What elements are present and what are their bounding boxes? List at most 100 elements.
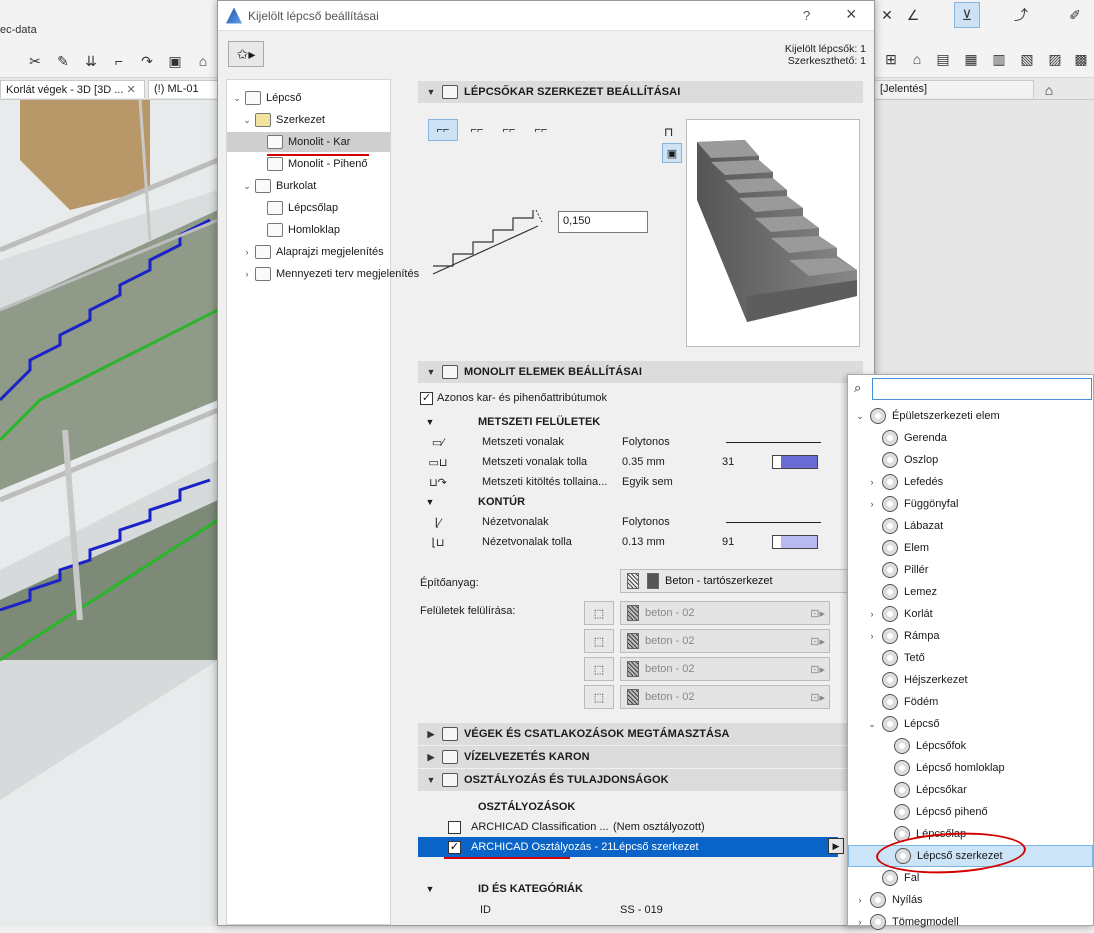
popup-search-input[interactable] — [872, 378, 1092, 400]
popup-item[interactable]: Gerenda — [848, 427, 1093, 449]
stair-type-4-button[interactable]: ⌐⌐ — [526, 119, 556, 141]
classification-checkbox-1[interactable] — [448, 820, 461, 834]
close-button[interactable]: × — [846, 4, 857, 25]
same-attributes-checkbox[interactable]: ✓ — [420, 391, 433, 405]
popup-item[interactable]: Födém — [848, 691, 1093, 713]
stair-type-1-button[interactable]: ⌐⌐ — [428, 119, 458, 141]
chevron-right-icon[interactable]: › — [866, 631, 878, 641]
popup-item[interactable]: Lábazat — [848, 515, 1093, 537]
chevron-down-icon[interactable]: ⌄ — [241, 181, 253, 192]
tree-item-monolit-kar[interactable]: Monolit - Kar — [227, 132, 390, 152]
doc-icon[interactable]: ▤ — [930, 46, 956, 72]
tree-item-mennyezeti[interactable]: › Mennyezeti terv megjelenítés — [241, 264, 419, 284]
cut-surfaces-section[interactable]: ▼ METSZETI FELÜLETEK — [418, 412, 863, 432]
snap-icon[interactable]: ⊻ — [954, 2, 980, 28]
classification-checkbox-2[interactable]: ✓ — [448, 840, 461, 854]
popup-item[interactable]: › Függönyfal — [848, 493, 1093, 515]
popup-item[interactable]: › Rámpa — [848, 625, 1093, 647]
popup-item[interactable]: Lépcsőfok — [848, 735, 1093, 757]
override-top-toggle[interactable]: ⬚ — [584, 601, 614, 625]
chevron-down-icon[interactable]: ⌄ — [231, 93, 243, 104]
view-lines-row[interactable]: ⌊⁄ Nézetvonalak Folytonos — [418, 512, 863, 532]
stair-type-3-button[interactable]: ⌐⌐ — [494, 119, 524, 141]
building-icon[interactable]: ⌂ — [904, 46, 930, 72]
popup-item[interactable]: Pillér — [848, 559, 1093, 581]
ends-header[interactable]: ▶ VÉGEK ÉS CSATLAKOZÁSOK MEGTÁMASZTÁSA — [418, 723, 863, 745]
surface-select-2[interactable]: beton - 02 ⊡▸ — [620, 629, 830, 653]
curve-icon[interactable]: ↷ — [134, 48, 160, 74]
cut-pen-row[interactable]: ▭⊔ Metszeti vonalak tolla 0.35 mm 31 — [418, 452, 863, 472]
pen-color-swatch[interactable] — [772, 455, 818, 469]
plan-icon[interactable]: ▥ — [986, 46, 1012, 72]
corner-icon[interactable]: ⌐ — [106, 48, 132, 74]
popup-item[interactable]: › Tömegmodell — [848, 911, 1093, 933]
chevron-down-icon[interactable]: ⌄ — [866, 719, 878, 730]
classification-popup-button[interactable]: ▶ — [828, 838, 844, 854]
override-side-toggle[interactable]: ⬚ — [584, 629, 614, 653]
home-icon[interactable]: ⌂ — [190, 48, 216, 74]
flight-settings-header[interactable]: ▼ LÉPCSŐKAR SZERKEZET BEÁLLÍTÁSAI — [418, 81, 863, 103]
view-pen-row[interactable]: ⌊⊔ Nézetvonalak tolla 0.13 mm 91 — [418, 532, 863, 552]
scissors-icon[interactable]: ✂ — [22, 48, 48, 74]
plan-view-icon[interactable]: ⊓ — [664, 125, 678, 139]
chevron-down-icon[interactable]: ⌄ — [854, 411, 866, 422]
3d-view-toggle[interactable]: ▣ — [662, 143, 682, 163]
settings-brush-icon[interactable]: ✐ — [1062, 2, 1088, 28]
layout-icon[interactable]: ▦ — [958, 46, 984, 72]
section-icon[interactable]: ▧ — [1014, 46, 1040, 72]
tab-3d-view[interactable]: Korlát végek - 3D [3D ... ✕ — [0, 80, 145, 98]
tree-item-szerkezet[interactable]: ⌄ Szerkezet — [241, 110, 325, 130]
chevron-right-icon[interactable]: › — [854, 895, 866, 905]
chevron-down-icon[interactable]: ⌄ — [241, 115, 253, 126]
pen-color-swatch[interactable] — [772, 535, 818, 549]
popup-item[interactable]: Lépcső pihenő — [848, 801, 1093, 823]
cross-icon[interactable]: ✕ — [874, 2, 900, 28]
tree-item-lepcso[interactable]: ⌄ Lépcső — [231, 88, 301, 108]
popup-item[interactable]: Lemez — [848, 581, 1093, 603]
popup-item[interactable]: Lépcső homloklap — [848, 757, 1093, 779]
override-end-toggle[interactable]: ⬚ — [584, 657, 614, 681]
chevron-right-icon[interactable]: › — [866, 477, 878, 487]
popup-item[interactable]: Héjszerkezet — [848, 669, 1093, 691]
tree-item-burkolat[interactable]: ⌄ Burkolat — [241, 176, 316, 196]
surface-select-4[interactable]: beton - 02 ⊡▸ — [620, 685, 830, 709]
surface-select-3[interactable]: beton - 02 ⊡▸ — [620, 657, 830, 681]
popup-item[interactable]: Elem — [848, 537, 1093, 559]
tree-item-lepcsolap[interactable]: Lépcsőlap — [265, 198, 338, 218]
override-bottom-toggle[interactable]: ⬚ — [584, 685, 614, 709]
tab-ml[interactable]: (!) ML-01 — [148, 80, 218, 98]
chevron-right-icon[interactable]: › — [866, 609, 878, 619]
grid-icon[interactable]: ⊞ — [878, 46, 904, 72]
id-row[interactable]: ID SS - 019 — [418, 900, 863, 920]
classification-row-2[interactable]: ✓ ARCHICAD Osztályozás - 21 Lépcső szerk… — [418, 837, 838, 857]
monolit-settings-header[interactable]: ▼ MONOLIT ELEMEK BEÁLLÍTÁSAI — [418, 361, 863, 383]
popup-item[interactable]: ⌄ Épületszerkezeti elem — [848, 405, 1093, 427]
angle-icon[interactable]: ∠ — [900, 2, 926, 28]
chevron-right-icon[interactable]: › — [241, 247, 253, 257]
guide-icon[interactable]: ⤴ — [1008, 2, 1034, 28]
tree-item-alaprajzi[interactable]: › Alaprajzi megjelenítés — [241, 242, 384, 262]
elevation-icon[interactable]: ▩ — [1068, 46, 1094, 72]
stack-icon[interactable]: ▨ — [1042, 46, 1068, 72]
cut-fill-pen-row[interactable]: ⊔↷ Metszeti kitöltés tollaina... Egyik s… — [418, 472, 863, 492]
thickness-input[interactable]: 0,150 — [558, 211, 648, 233]
surface-select-1[interactable]: beton - 02 ⊡▸ — [620, 601, 830, 625]
box-icon[interactable]: ▣ — [162, 48, 188, 74]
contour-section[interactable]: ▼ KONTÚR — [418, 492, 863, 512]
tab-report[interactable]: [Jelentés] — [874, 80, 1034, 98]
chevron-right-icon[interactable]: › — [241, 269, 253, 279]
drainage-header[interactable]: ▶ VÍZELVEZETÉS KARON — [418, 746, 863, 768]
tree-item-homloklap[interactable]: Homloklap — [265, 220, 340, 240]
material-select[interactable]: Beton - tartószerkezet — [620, 569, 850, 593]
stair-type-2-button[interactable]: ⌐⌐ — [462, 119, 492, 141]
cut-lines-row[interactable]: ▭⁄ Metszeti vonalak Folytonos — [418, 432, 863, 452]
popup-item[interactable]: Lépcsőkar — [848, 779, 1093, 801]
popup-item[interactable]: ⌄ Lépcső — [848, 713, 1093, 735]
tree-item-monolit-piheno[interactable]: Monolit - Pihenő — [265, 154, 368, 174]
popup-item[interactable]: › Korlát — [848, 603, 1093, 625]
help-button[interactable]: ? — [803, 8, 810, 23]
popup-item[interactable]: Oszlop — [848, 449, 1093, 471]
popup-item[interactable]: › Lefedés — [848, 471, 1093, 493]
classification-header[interactable]: ▼ OSZTÁLYOZÁS ÉS TULAJDONSÁGOK — [418, 769, 863, 791]
classification-row-1[interactable]: ARCHICAD Classification ... (Nem osztály… — [418, 817, 863, 837]
